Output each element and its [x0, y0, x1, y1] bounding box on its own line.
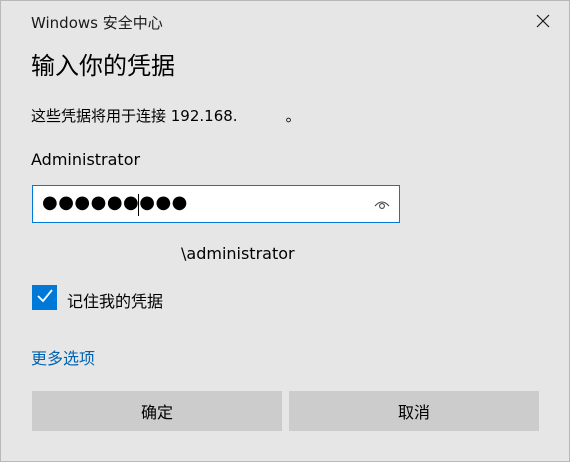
dialog-heading: 输入你的凭据 — [31, 52, 175, 80]
checkmark-icon — [36, 288, 54, 308]
connection-message-text: 这些凭据将用于连接 192.168. — [31, 107, 238, 125]
reveal-password-button[interactable] — [371, 196, 393, 214]
text-caret — [138, 194, 139, 216]
username-label: Administrator — [31, 150, 141, 169]
remember-credentials-label[interactable]: 记住我的凭据 — [67, 288, 163, 312]
close-button[interactable] — [523, 5, 563, 39]
cancel-button[interactable]: 取消 — [289, 391, 539, 431]
window-title: Windows 安全中心 — [31, 14, 163, 32]
connection-message-end: 。 — [285, 107, 301, 125]
connection-message: 这些凭据将用于连接 192.168. 。 — [31, 105, 301, 126]
ok-button[interactable]: 确定 — [32, 391, 282, 431]
remember-credentials-checkbox[interactable] — [32, 285, 57, 310]
password-value: ●●●●●●●●● — [42, 192, 188, 213]
eye-icon — [374, 196, 390, 215]
close-icon — [536, 13, 550, 32]
credential-dialog: Windows 安全中心 输入你的凭据 这些凭据将用于连接 192.168.。 … — [0, 0, 570, 462]
more-options-link[interactable]: 更多选项 — [31, 345, 95, 369]
domain-user-label: \administrator — [181, 244, 295, 263]
password-field[interactable]: ●●●●●●●●● — [32, 185, 400, 223]
